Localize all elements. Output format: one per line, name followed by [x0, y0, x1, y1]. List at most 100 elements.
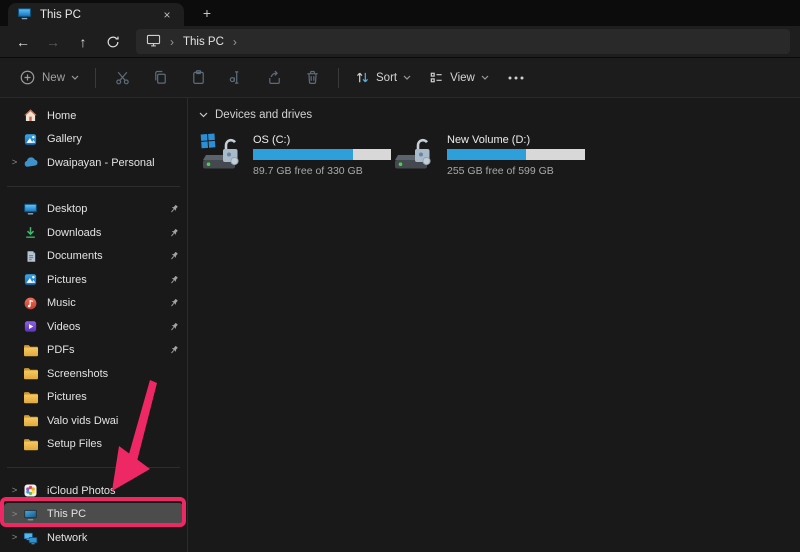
cut-button[interactable] — [103, 63, 141, 93]
sidebar-item-home[interactable]: Home — [4, 104, 183, 128]
sidebar-item-label: Videos — [47, 321, 169, 333]
file-explorer-window: This PC × + ← → ↑ › This PC › — [0, 0, 800, 552]
content-pane: Devices and drives — [188, 98, 800, 552]
drive-name: New Volume (D:) — [447, 134, 585, 146]
this-pc-monitor-icon — [17, 7, 32, 23]
sidebar-item-valo-vids-dwai[interactable]: Valo vids Dwai — [4, 409, 183, 433]
chevron-down-icon — [403, 75, 411, 80]
sidebar-item-network[interactable]: > Network — [4, 526, 183, 550]
icloud-photos-icon — [22, 482, 39, 499]
view-button[interactable]: View — [420, 63, 498, 93]
view-button-label: View — [450, 72, 475, 84]
sidebar-item-music[interactable]: Music — [4, 292, 183, 316]
sort-button[interactable]: Sort — [346, 63, 420, 93]
sidebar-item-this-pc[interactable]: > This PC — [4, 503, 183, 527]
navigation-bar: ← → ↑ › This PC › — [0, 26, 800, 58]
sort-button-label: Sort — [376, 72, 397, 84]
sidebar-divider — [7, 186, 180, 187]
new-button[interactable]: New — [10, 63, 88, 93]
drive-capacity-bar — [253, 149, 391, 160]
refresh-button[interactable] — [98, 29, 128, 54]
expand-chevron-icon[interactable]: > — [7, 485, 22, 496]
sidebar-item-label: Documents — [47, 250, 169, 262]
sidebar-item-label: Network — [47, 532, 179, 544]
rename-icon — [228, 69, 245, 86]
sidebar-item-videos[interactable]: Videos — [4, 315, 183, 339]
plus-circle-icon — [19, 69, 36, 86]
folder-icon — [22, 436, 39, 453]
sidebar-item-documents[interactable]: Documents — [4, 245, 183, 269]
breadcrumb-chevron-icon[interactable]: › — [233, 35, 237, 49]
chevron-down-icon — [71, 75, 79, 80]
forward-button[interactable]: → — [38, 29, 68, 54]
rename-button[interactable] — [217, 63, 255, 93]
tab-bar: This PC × + — [0, 0, 800, 26]
trash-icon — [304, 69, 321, 86]
drive-name: OS (C:) — [253, 134, 391, 146]
share-button[interactable] — [255, 63, 293, 93]
this-pc-icon — [22, 506, 39, 523]
back-button[interactable]: ← — [8, 29, 38, 54]
copy-button[interactable] — [141, 63, 179, 93]
toolbar-divider — [338, 68, 339, 88]
sidebar-item-label: Downloads — [47, 227, 169, 239]
new-tab-button[interactable]: + — [197, 3, 217, 23]
music-icon — [22, 295, 39, 312]
tab-close-icon[interactable]: × — [159, 8, 175, 22]
new-button-label: New — [42, 72, 65, 84]
share-icon — [266, 69, 283, 86]
pin-icon — [169, 322, 179, 332]
pin-icon — [169, 345, 179, 355]
drive-os-c[interactable]: OS (C:) 89.7 GB free of 330 GB — [200, 131, 380, 180]
expand-chevron-icon[interactable]: > — [7, 509, 22, 520]
desktop-icon — [22, 201, 39, 218]
sidebar-item-icloud-photos[interactable]: > iCloud Photos — [4, 479, 183, 503]
paste-button[interactable] — [179, 63, 217, 93]
devices-and-drives-header[interactable]: Devices and drives — [197, 107, 800, 131]
pin-icon — [169, 251, 179, 261]
sidebar-item-downloads[interactable]: Downloads — [4, 221, 183, 245]
sidebar-item-label: PDFs — [47, 344, 169, 356]
clipboard-icon — [190, 69, 207, 86]
address-bar[interactable]: › This PC › — [136, 29, 790, 54]
chevron-down-icon — [199, 112, 208, 118]
sidebar-item-label: Dwaipayan - Personal — [47, 157, 179, 169]
drive-used-fill — [253, 149, 353, 160]
sidebar-item-desktop[interactable]: Desktop — [4, 198, 183, 222]
toolbar-divider — [95, 68, 96, 88]
sidebar-item-setup-files[interactable]: Setup Files — [4, 433, 183, 457]
drive-new-volume-d[interactable]: New Volume (D:) 255 GB free of 599 GB — [394, 131, 574, 180]
navigation-pane: Home Gallery > — [0, 98, 188, 552]
sidebar-item-label: Setup Files — [47, 438, 179, 450]
expand-chevron-icon[interactable]: > — [7, 532, 22, 543]
sidebar-item-gallery[interactable]: Gallery — [4, 128, 183, 152]
sidebar-item-screenshots[interactable]: Screenshots — [4, 362, 183, 386]
expand-chevron-icon[interactable]: > — [7, 157, 22, 168]
delete-button[interactable] — [293, 63, 331, 93]
chevron-down-icon — [481, 75, 489, 80]
breadcrumb-location[interactable]: This PC — [183, 36, 224, 48]
sidebar-item-pictures[interactable]: Pictures — [4, 268, 183, 292]
drive-d-bitlocker-icon — [394, 131, 440, 180]
sidebar-item-label: Valo vids Dwai — [47, 415, 179, 427]
drive-c-bitlocker-icon — [200, 131, 246, 180]
up-button[interactable]: ↑ — [68, 29, 98, 54]
command-bar: New — [0, 58, 800, 98]
sidebar-item-label: Desktop — [47, 203, 169, 215]
sidebar-item-label: Screenshots — [47, 368, 179, 380]
sidebar-item-label: This PC — [47, 508, 179, 520]
sidebar-item-label: Gallery — [47, 133, 179, 145]
sidebar-item-onedrive-personal[interactable]: > Dwaipayan - Personal — [4, 151, 183, 175]
breadcrumb-chevron-icon: › — [170, 35, 174, 49]
documents-icon — [22, 248, 39, 265]
sidebar-item-pdfs[interactable]: PDFs — [4, 339, 183, 363]
onedrive-cloud-icon — [22, 154, 39, 171]
more-options-button[interactable] — [498, 63, 534, 93]
pin-icon — [169, 204, 179, 214]
view-options-icon — [429, 70, 444, 85]
gallery-icon — [22, 131, 39, 148]
downloads-icon — [22, 224, 39, 241]
pictures-icon — [22, 271, 39, 288]
tab-this-pc[interactable]: This PC × — [8, 3, 184, 26]
sidebar-item-pictures-folder[interactable]: Pictures — [4, 386, 183, 410]
